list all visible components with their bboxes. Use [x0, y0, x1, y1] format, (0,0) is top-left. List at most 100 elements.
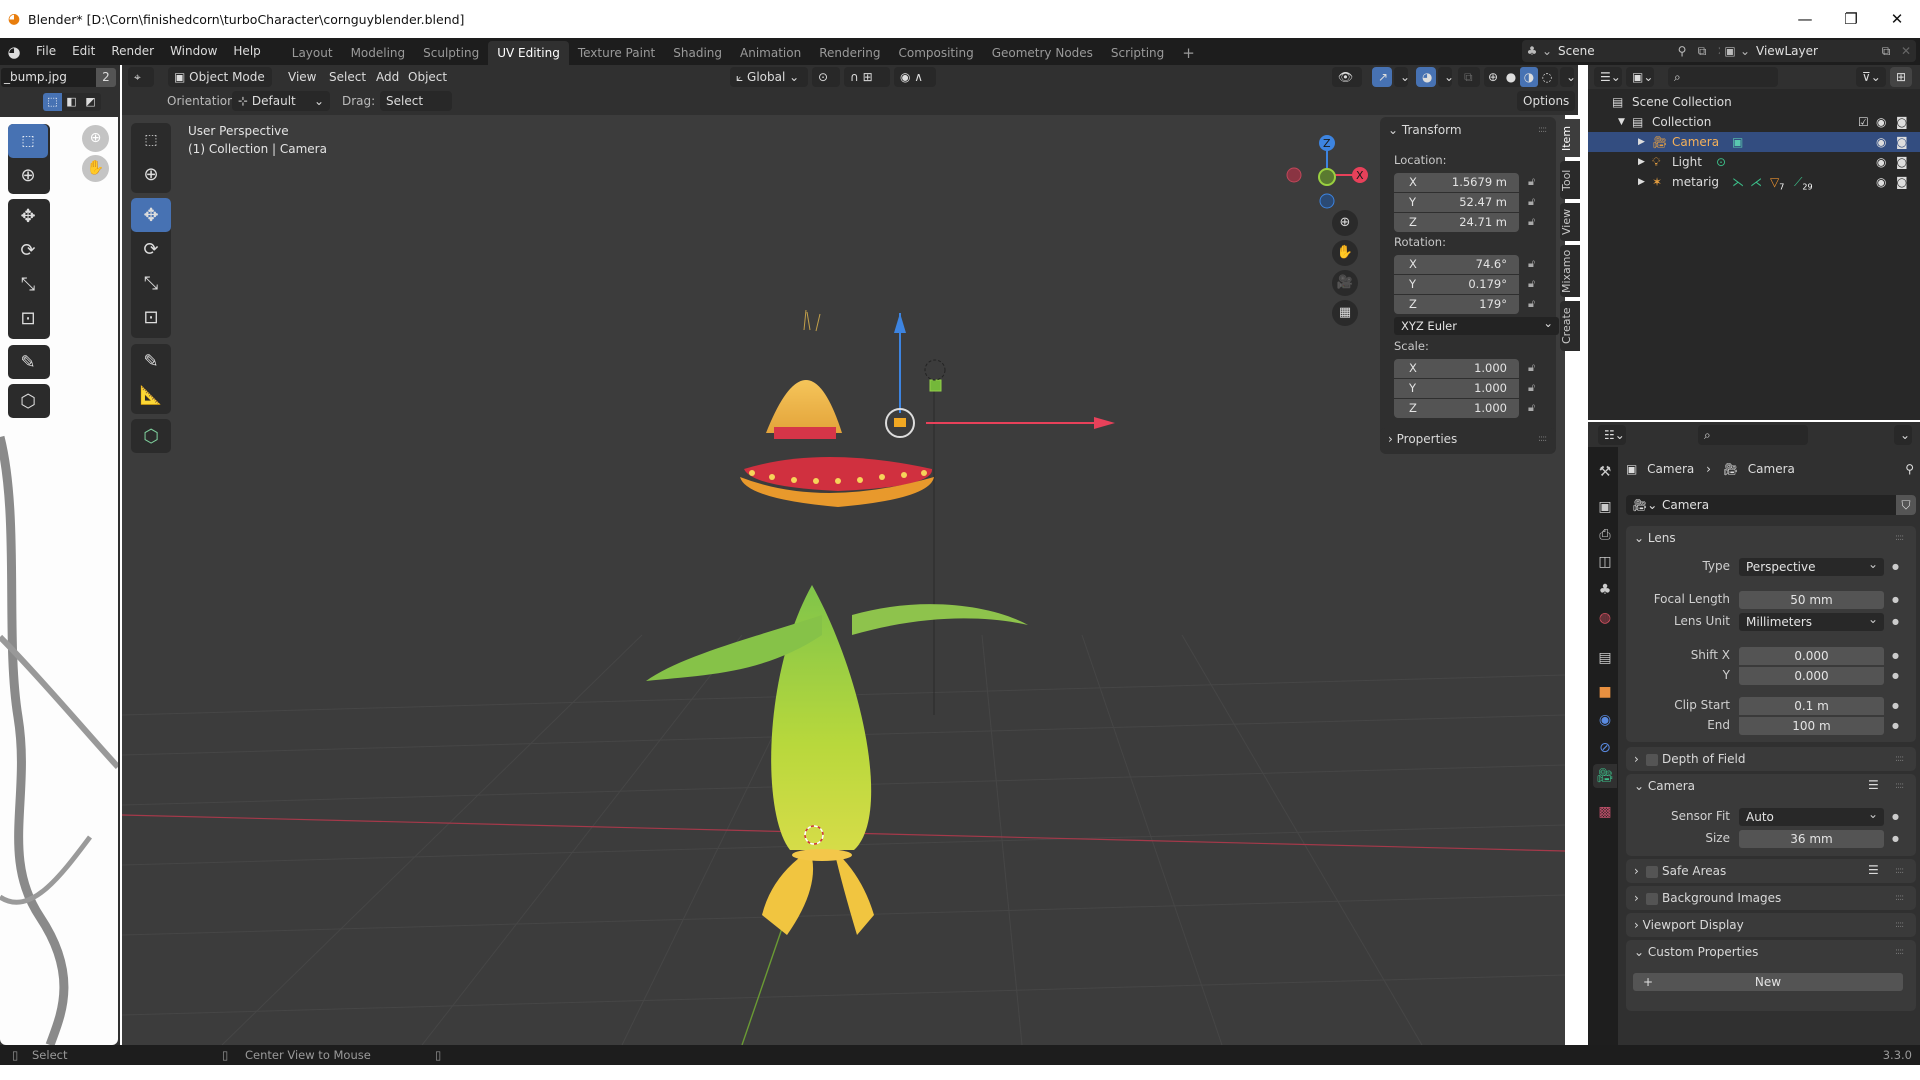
scale-x-field[interactable]: X 1.000	[1394, 359, 1519, 378]
uv-transform-tool[interactable]: ⊡	[8, 301, 48, 335]
keyframe-dot-icon[interactable]: ●	[1892, 595, 1899, 604]
select-new-icon[interactable]: ⬚	[43, 93, 62, 111]
lens-type-dropdown[interactable]: Perspective	[1739, 555, 1884, 576]
filter-button[interactable]: ⊽⌄	[1856, 67, 1886, 87]
zoom-view-icon[interactable]: ⊕	[1332, 210, 1358, 236]
lens-header[interactable]: ⌄ Lens	[1634, 531, 1676, 545]
menu-file[interactable]: File	[28, 38, 64, 65]
render-camera-icon[interactable]: ◙	[1896, 172, 1908, 192]
rotation-y-field[interactable]: Y 0.179°	[1394, 275, 1519, 294]
uv-cursor-tool[interactable]: ⊕	[8, 158, 48, 192]
transform-tool[interactable]: ⊡	[131, 300, 171, 334]
pin-icon[interactable]: ⚲	[1905, 458, 1914, 480]
shift-y-field[interactable]: 0.000	[1739, 667, 1884, 685]
view-layer-name[interactable]: ViewLayer	[1750, 44, 1818, 58]
close-button[interactable]: ✕	[1874, 0, 1920, 38]
scale-z-field[interactable]: Z 1.000	[1394, 399, 1519, 418]
sidebar-tab-create[interactable]: Create	[1560, 301, 1580, 351]
navigation-gizmo[interactable]: Z X	[1272, 123, 1382, 213]
snap-button[interactable]: ∩ ⊞	[844, 67, 890, 87]
rotation-mode-dropdown[interactable]: XYZ Euler ⌄	[1394, 316, 1559, 335]
modifier-icon[interactable]: ▽7	[1770, 172, 1784, 197]
properties-editor-type[interactable]: ☷⌄	[1598, 425, 1626, 445]
rotation-z-field[interactable]: Z 179°	[1394, 295, 1519, 314]
gizmo-toggle-button[interactable]: ↗	[1372, 67, 1392, 87]
shift-x-field[interactable]: 0.000	[1739, 647, 1884, 665]
tab-scripting[interactable]: Scripting	[1102, 41, 1173, 65]
move-tool[interactable]: ✥	[131, 198, 171, 232]
tab-animation[interactable]: Animation	[731, 41, 810, 65]
tab-modeling[interactable]: Modeling	[342, 41, 415, 65]
camera-data-icon[interactable]: ▣	[1732, 132, 1743, 152]
drag-handle-icon[interactable]: ::::	[1895, 533, 1904, 543]
keyframe-dot-icon[interactable]: ●	[1892, 721, 1899, 730]
visibility-button[interactable]: 👁	[1332, 67, 1362, 87]
outliner-editor-type[interactable]: ☰⌄	[1594, 67, 1622, 87]
annotate-tool-button[interactable]: ✎	[8, 345, 48, 379]
uv-move-tool[interactable]: ✥	[8, 199, 48, 233]
uv-annotate-tool[interactable]: ✎	[8, 345, 50, 379]
tab-shading[interactable]: Shading	[664, 41, 731, 65]
menu-object[interactable]: Object	[408, 67, 447, 87]
maximize-button[interactable]: ❐	[1828, 0, 1874, 38]
keyframe-dot-icon[interactable]: ●	[1892, 812, 1899, 821]
camera-view-icon[interactable]: 🎥	[1332, 270, 1358, 296]
uv-scale-tool[interactable]: ⤡	[8, 267, 48, 301]
scale-tool[interactable]: ⤡	[131, 266, 171, 300]
lock-icon[interactable]: 🔓︎	[1528, 277, 1535, 291]
outliner-item-light[interactable]: ▶ 💡︎ Light ⊙ ◉ ◙	[1588, 152, 1920, 172]
location-y-field[interactable]: Y 52.47 m	[1394, 193, 1519, 212]
rendered-shading-icon[interactable]: ◌	[1538, 67, 1556, 87]
drag-handle-icon[interactable]: ::::	[1895, 893, 1904, 903]
menu-render[interactable]: Render	[103, 38, 162, 65]
properties-search-field[interactable]: ⌕	[1698, 425, 1808, 445]
sidebar-tab-item[interactable]: Item	[1560, 119, 1580, 157]
sidebar-tab-mixamo[interactable]: Mixamo	[1560, 245, 1580, 297]
lock-icon[interactable]: 🔓︎	[1528, 195, 1535, 209]
sensor-size-field[interactable]: 36 mm	[1739, 830, 1884, 848]
mode-selector[interactable]: ▣ Object Mode ⌄	[168, 67, 272, 104]
eye-icon[interactable]: ◉	[1876, 172, 1886, 192]
fake-user-shield-icon[interactable]: ⛉	[1896, 495, 1916, 515]
delete-view-layer-icon[interactable]: ✕	[1896, 44, 1916, 58]
lock-icon[interactable]: 🔓︎	[1528, 215, 1535, 229]
lens-unit-dropdown[interactable]: Millimeters	[1739, 610, 1884, 631]
keyframe-dot-icon[interactable]: ●	[1892, 562, 1899, 571]
uv-image-users[interactable]: 2	[96, 68, 116, 87]
uv-pan-icon[interactable]: ✋	[82, 155, 109, 182]
rotate-tool[interactable]: ⟳	[131, 232, 171, 266]
pan-view-icon[interactable]: ✋	[1332, 240, 1358, 266]
expand-arrow-icon[interactable]: ▶	[1638, 172, 1645, 192]
select-box-tool[interactable]: ⬚	[131, 123, 171, 157]
lock-icon[interactable]: 🔓︎	[1528, 381, 1535, 395]
clip-end-field[interactable]: 100 m	[1739, 717, 1884, 735]
proportional-editing-button[interactable]: ◉ ∧	[894, 67, 936, 87]
keyframe-dot-icon[interactable]: ●	[1892, 651, 1899, 660]
menu-window[interactable]: Window	[162, 38, 225, 65]
uv-rotate-tool[interactable]: ⟳	[8, 233, 48, 267]
rotation-x-field[interactable]: X 74.6°	[1394, 255, 1519, 274]
properties-options-dropdown[interactable]: ⌄	[1894, 425, 1912, 445]
clip-start-field[interactable]: 0.1 m	[1739, 697, 1884, 715]
properties-subpanel[interactable]: › Properties ::::	[1380, 428, 1556, 452]
lock-icon[interactable]: 🔓︎	[1528, 401, 1535, 415]
drag-handle-icon[interactable]: ::::	[1895, 754, 1904, 764]
presets-list-icon[interactable]: ☰	[1868, 778, 1879, 792]
measure-tool[interactable]: 📐	[131, 378, 171, 412]
sensor-fit-dropdown[interactable]: Auto	[1739, 805, 1884, 826]
editor-type-button[interactable]: ⌖	[128, 67, 154, 87]
perspective-toggle-icon[interactable]: ▦	[1332, 300, 1358, 326]
scale-y-field[interactable]: Y 1.000	[1394, 379, 1519, 398]
tab-layout[interactable]: Layout	[283, 41, 342, 65]
shading-dropdown[interactable]: ⌄	[1560, 67, 1576, 87]
expand-arrow-icon[interactable]: ▼	[1618, 112, 1625, 132]
tab-rendering[interactable]: Rendering	[810, 41, 889, 65]
solid-shading-icon[interactable]: ●	[1502, 67, 1520, 87]
expand-arrow-icon[interactable]: ▶	[1638, 132, 1645, 152]
drag-handle-icon[interactable]: ::::	[1538, 125, 1547, 135]
keyframe-dot-icon[interactable]: ●	[1892, 701, 1899, 710]
rip-tool-button[interactable]: ⬡	[8, 384, 48, 418]
new-collection-button[interactable]: ⊞	[1890, 67, 1912, 87]
add-workspace-button[interactable]: +	[1173, 41, 1204, 65]
menu-view[interactable]: View	[288, 67, 316, 87]
